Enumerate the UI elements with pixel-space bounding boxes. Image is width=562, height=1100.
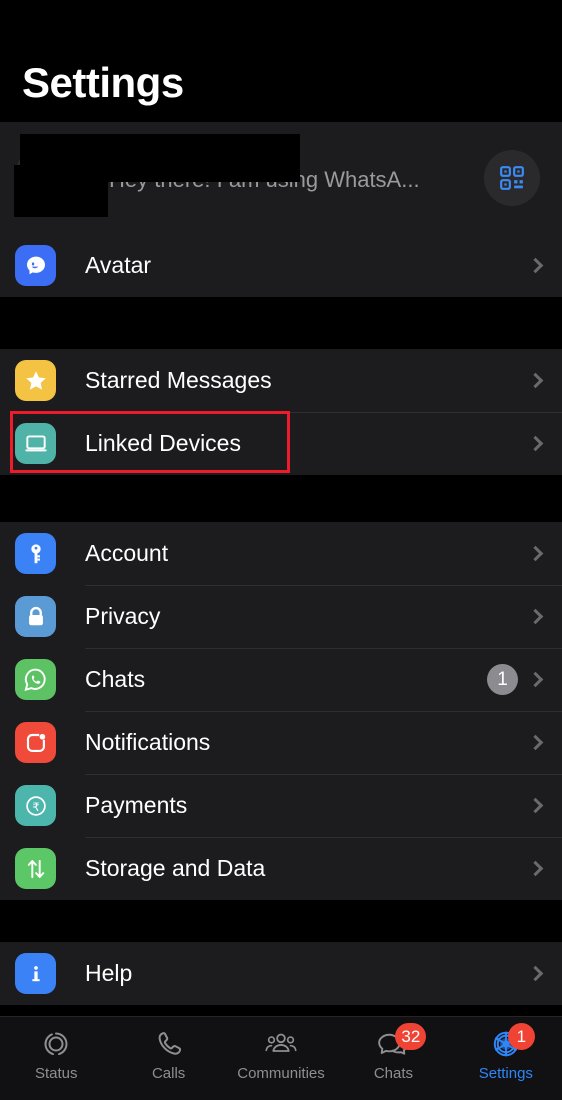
settings-row-label: Help bbox=[85, 960, 133, 986]
laptop-icon bbox=[15, 423, 56, 464]
row-accessory bbox=[527, 257, 545, 274]
chevron-right-icon bbox=[527, 545, 544, 562]
settings-row-label: Payments bbox=[85, 792, 188, 818]
chevron-right-icon bbox=[527, 257, 544, 274]
settings-list[interactable]: Hey there! I am using WhatsA... bbox=[0, 122, 562, 1016]
settings-row-chats[interactable]: Chats 1 bbox=[0, 648, 562, 711]
chats-count-badge: 1 bbox=[487, 664, 518, 695]
notification-icon bbox=[15, 722, 56, 763]
settings-row-help[interactable]: Help bbox=[0, 942, 562, 1005]
nav-header: Settings bbox=[0, 0, 562, 122]
calls-icon-wrap bbox=[147, 1026, 191, 1062]
settings-row-linked-devices[interactable]: Linked Devices bbox=[0, 411, 562, 475]
chevron-right-icon bbox=[527, 797, 544, 814]
settings-row-privacy[interactable]: Privacy bbox=[0, 585, 562, 648]
qr-code-icon bbox=[500, 166, 524, 190]
row-accessory bbox=[527, 545, 545, 562]
settings-row-label: Storage and Data bbox=[85, 855, 266, 881]
phone-icon bbox=[158, 1032, 181, 1055]
help-section: Help bbox=[0, 942, 562, 1005]
settings-tab-badge: 1 bbox=[507, 1023, 535, 1050]
status-icon-wrap bbox=[34, 1026, 78, 1062]
settings-row-label: Starred Messages bbox=[85, 367, 272, 393]
settings-row-label: Linked Devices bbox=[85, 430, 241, 456]
section-gap bbox=[0, 297, 562, 349]
tab-label: Status bbox=[34, 1065, 78, 1082]
settings-row-payments[interactable]: ₹ Payments bbox=[0, 774, 562, 837]
tab-label: Communities bbox=[237, 1065, 325, 1082]
tab-label: Settings bbox=[478, 1065, 533, 1082]
row-accessory bbox=[527, 965, 545, 982]
settings-row-avatar[interactable]: Avatar bbox=[0, 234, 562, 297]
avatar-icon bbox=[15, 245, 56, 286]
tab-label: Calls bbox=[151, 1065, 186, 1082]
communities-icon bbox=[265, 1033, 297, 1052]
rupee-icon: ₹ bbox=[15, 785, 56, 826]
settings-row-storage-and-data[interactable]: Storage and Data bbox=[0, 837, 562, 900]
row-accessory bbox=[527, 608, 545, 625]
profile-section: Hey there! I am using WhatsA... bbox=[0, 122, 562, 234]
settings-row-label: Account bbox=[85, 540, 169, 566]
bottom-tab-bar: Status Calls Communities 32 Chats 1 Sett… bbox=[0, 1016, 562, 1100]
chats-icon-wrap: 32 bbox=[371, 1023, 427, 1062]
settings-row-notifications[interactable]: Notifications bbox=[0, 711, 562, 774]
section-gap bbox=[0, 475, 562, 522]
row-accessory bbox=[527, 734, 545, 751]
settings-icon-wrap: 1 bbox=[484, 1023, 535, 1062]
profile-row[interactable]: Hey there! I am using WhatsA... bbox=[0, 122, 562, 234]
tab-settings[interactable]: 1 Settings bbox=[450, 1017, 562, 1100]
tab-communities[interactable]: Communities bbox=[225, 1017, 337, 1100]
settings-row-starred-messages[interactable]: Starred Messages bbox=[0, 349, 562, 412]
chevron-right-icon bbox=[527, 372, 544, 389]
lock-icon bbox=[15, 596, 56, 637]
svg-text:₹: ₹ bbox=[32, 801, 39, 813]
row-accessory: 1 bbox=[487, 664, 545, 695]
chevron-right-icon bbox=[527, 671, 544, 688]
settings-row-label: Chats bbox=[85, 666, 146, 692]
settings-row-account[interactable]: Account bbox=[0, 522, 562, 585]
tab-chats[interactable]: 32 Chats bbox=[337, 1017, 449, 1100]
row-accessory bbox=[527, 435, 545, 452]
chevron-right-icon bbox=[527, 608, 544, 625]
row-accessory bbox=[527, 797, 545, 814]
key-icon bbox=[15, 533, 56, 574]
chevron-right-icon bbox=[527, 965, 544, 982]
status-rings-icon bbox=[44, 1032, 68, 1056]
settings-row-label: Notifications bbox=[85, 729, 211, 755]
whatsapp-settings-screen: Settings Hey there! I am using WhatsA... bbox=[0, 0, 562, 1100]
starred-linked-section: Starred Messages Linked Devices bbox=[0, 349, 562, 475]
whatsapp-icon bbox=[15, 659, 56, 700]
chevron-right-icon bbox=[527, 734, 544, 751]
tab-calls[interactable]: Calls bbox=[112, 1017, 224, 1100]
row-accessory bbox=[527, 372, 545, 389]
chevron-right-icon bbox=[527, 435, 544, 452]
settings-row-label: Avatar bbox=[85, 252, 152, 278]
info-icon bbox=[15, 953, 56, 994]
star-icon bbox=[15, 360, 56, 401]
chats-tab-badge: 32 bbox=[395, 1023, 427, 1050]
avatar-section: Avatar bbox=[0, 234, 562, 297]
qr-code-button[interactable] bbox=[484, 150, 540, 206]
page-title: Settings bbox=[22, 59, 184, 106]
row-accessory bbox=[527, 860, 545, 877]
section-gap bbox=[0, 900, 562, 942]
tab-label: Chats bbox=[373, 1065, 414, 1082]
main-settings-section: Account Privacy Chats 1 Notifications ₹ … bbox=[0, 522, 562, 900]
arrows-updown-icon bbox=[15, 848, 56, 889]
redaction-block-avatar bbox=[14, 165, 108, 217]
chevron-right-icon bbox=[527, 860, 544, 877]
settings-row-label: Privacy bbox=[85, 603, 161, 629]
tab-status[interactable]: Status bbox=[0, 1017, 112, 1100]
communities-icon-wrap bbox=[259, 1026, 303, 1062]
